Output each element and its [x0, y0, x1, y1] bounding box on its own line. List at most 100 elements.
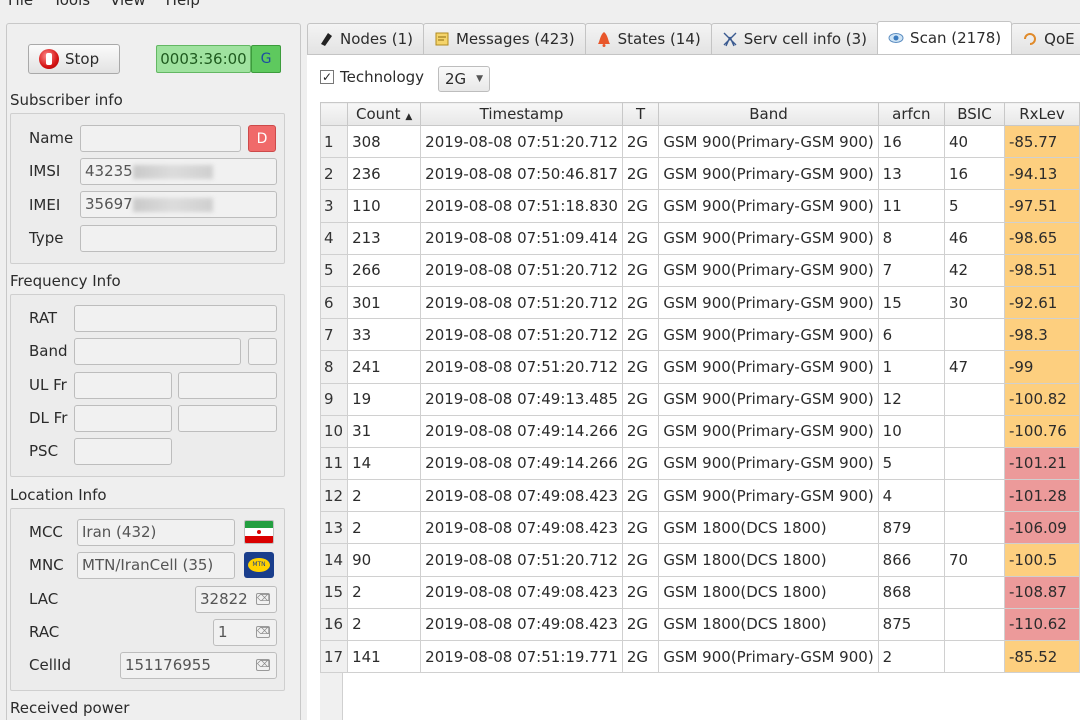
cell-band[interactable]: GSM 900(Primary-GSM 900)	[658, 414, 879, 448]
row-number[interactable]: 5	[319, 253, 349, 287]
cell-bsic[interactable]: 70	[944, 543, 1005, 577]
cell-band[interactable]: GSM 900(Primary-GSM 900)	[658, 253, 879, 287]
cell-ts[interactable]: 2019-08-08 07:51:09.414	[420, 221, 623, 255]
cell-arfcn[interactable]: 866	[877, 543, 946, 577]
cell-rxlev[interactable]: -85.52	[1003, 639, 1080, 674]
mcc-field[interactable]: Iran (432)	[77, 519, 235, 546]
cell-rxlev[interactable]: -94.13	[1003, 157, 1080, 191]
cell-bsic[interactable]: 30	[944, 285, 1005, 320]
cell-arfcn[interactable]: 4	[877, 479, 946, 513]
cell-rxlev[interactable]: -98.65	[1003, 221, 1080, 255]
type-field[interactable]	[80, 225, 277, 252]
row-number[interactable]: 3	[319, 189, 349, 223]
cell-rxlev[interactable]: -100.76	[1003, 414, 1080, 448]
cell-count[interactable]: 213	[347, 221, 422, 255]
column-header-bsic[interactable]: BSIC	[944, 102, 1005, 126]
cell-rxlev[interactable]: -101.21	[1003, 446, 1080, 481]
cell-count[interactable]: 110	[347, 189, 422, 223]
cell-t[interactable]: 2G	[621, 221, 660, 255]
lac-field[interactable]: 32822 ⌫	[195, 586, 277, 613]
cellid-field[interactable]: 151176955 ⌫	[120, 652, 277, 679]
rac-field[interactable]: 1 ⌫	[213, 619, 277, 646]
cell-bsic[interactable]	[944, 639, 1005, 674]
d-button[interactable]: D	[248, 125, 276, 152]
cell-ts[interactable]: 2019-08-08 07:51:20.712	[420, 350, 623, 384]
cell-count[interactable]: 236	[347, 157, 422, 191]
cell-rxlev[interactable]: -100.82	[1003, 382, 1080, 416]
table-row[interactable]: 3 110 2019-08-08 07:51:18.830 2G GSM 900(Pri…	[319, 189, 1080, 223]
cell-band[interactable]: GSM 900(Primary-GSM 900)	[658, 318, 879, 352]
cell-bsic[interactable]	[944, 318, 1005, 352]
clear-icon[interactable]: ⌫	[256, 659, 270, 671]
cell-ts[interactable]: 2019-08-08 07:50:46.817	[420, 157, 623, 191]
cell-arfcn[interactable]: 7	[877, 253, 946, 287]
cell-rxlev[interactable]: -98.51	[1003, 253, 1080, 287]
cell-t[interactable]: 2G	[621, 511, 660, 545]
cell-band[interactable]: GSM 900(Primary-GSM 900)	[658, 157, 879, 191]
cell-t[interactable]: 2G	[621, 607, 660, 642]
cell-t[interactable]: 2G	[621, 318, 660, 352]
cell-count[interactable]: 19	[347, 382, 422, 416]
cell-t[interactable]: 2G	[621, 575, 660, 609]
imei-field[interactable]: 35697	[80, 191, 277, 218]
cell-t[interactable]: 2G	[621, 157, 660, 191]
row-number[interactable]: 9	[319, 382, 349, 416]
cell-arfcn[interactable]: 879	[877, 511, 946, 545]
cell-ts[interactable]: 2019-08-08 07:49:13.485	[420, 382, 623, 416]
cell-t[interactable]: 2G	[621, 382, 660, 416]
cell-bsic[interactable]	[944, 511, 1005, 545]
cell-band[interactable]: GSM 900(Primary-GSM 900)	[658, 446, 879, 481]
technology-checkbox[interactable]: ✓	[320, 70, 334, 84]
cell-arfcn[interactable]: 12	[877, 382, 946, 416]
cell-t[interactable]: 2G	[621, 543, 660, 577]
row-number[interactable]: 6	[319, 285, 349, 320]
clear-icon[interactable]: ⌫	[256, 593, 270, 605]
cell-bsic[interactable]	[944, 607, 1005, 642]
cell-count[interactable]: 33	[347, 318, 422, 352]
table-row[interactable]: 16 2 2019-08-08 07:49:08.423 2G GSM 1800(DCS…	[319, 607, 1080, 642]
tab-states[interactable]: States (14)	[584, 23, 712, 54]
cell-bsic[interactable]: 5	[944, 189, 1005, 223]
table-row[interactable]: 7 33 2019-08-08 07:51:20.712 2G GSM 900(Prim…	[319, 318, 1080, 352]
column-header-arfcn[interactable]: arfcn	[877, 102, 946, 126]
cell-band[interactable]: GSM 900(Primary-GSM 900)	[658, 479, 879, 513]
row-number[interactable]: 14	[319, 543, 349, 577]
cell-ts[interactable]: 2019-08-08 07:51:18.830	[420, 189, 623, 223]
dl-fr-field-2[interactable]	[178, 405, 277, 432]
cell-band[interactable]: GSM 1800(DCS 1800)	[658, 575, 879, 609]
cell-arfcn[interactable]: 8	[877, 221, 946, 255]
cell-t[interactable]: 2G	[621, 446, 660, 481]
psc-field[interactable]	[74, 438, 172, 465]
row-number[interactable]: 12	[319, 479, 349, 513]
row-number[interactable]: 13	[319, 511, 349, 545]
cell-rxlev[interactable]: -85.77	[1003, 124, 1080, 159]
table-row[interactable]: 8 241 2019-08-08 07:51:20.712 2G GSM 900(Pri…	[319, 350, 1080, 384]
cell-arfcn[interactable]: 1	[877, 350, 946, 384]
cell-count[interactable]: 308	[347, 124, 422, 159]
column-header-band[interactable]: Band	[658, 102, 879, 126]
cell-bsic[interactable]	[944, 414, 1005, 448]
cell-bsic[interactable]: 42	[944, 253, 1005, 287]
table-row[interactable]: 13 2 2019-08-08 07:49:08.423 2G GSM 1800(DCS…	[319, 511, 1080, 545]
cell-bsic[interactable]: 47	[944, 350, 1005, 384]
imsi-field[interactable]: 43235	[80, 158, 277, 185]
cell-t[interactable]: 2G	[621, 639, 660, 674]
cell-ts[interactable]: 2019-08-08 07:49:14.266	[420, 446, 623, 481]
cell-count[interactable]: 31	[347, 414, 422, 448]
cell-t[interactable]: 2G	[621, 124, 660, 159]
cell-count[interactable]: 2	[347, 479, 422, 513]
cell-arfcn[interactable]: 868	[877, 575, 946, 609]
cell-arfcn[interactable]: 2	[877, 639, 946, 674]
ul-fr-field-2[interactable]	[178, 372, 277, 399]
ul-fr-field[interactable]	[74, 372, 172, 399]
cell-rxlev[interactable]: -101.28	[1003, 479, 1080, 513]
cell-bsic[interactable]	[944, 446, 1005, 481]
row-number[interactable]: 8	[319, 350, 349, 384]
tab-qoe[interactable]: QoE (	[1011, 23, 1080, 54]
rat-field[interactable]	[74, 305, 277, 332]
cell-t[interactable]: 2G	[621, 253, 660, 287]
cell-bsic[interactable]	[944, 479, 1005, 513]
dl-fr-field[interactable]	[74, 405, 172, 432]
menu-tools[interactable]: Tools	[43, 0, 100, 9]
cell-t[interactable]: 2G	[621, 479, 660, 513]
